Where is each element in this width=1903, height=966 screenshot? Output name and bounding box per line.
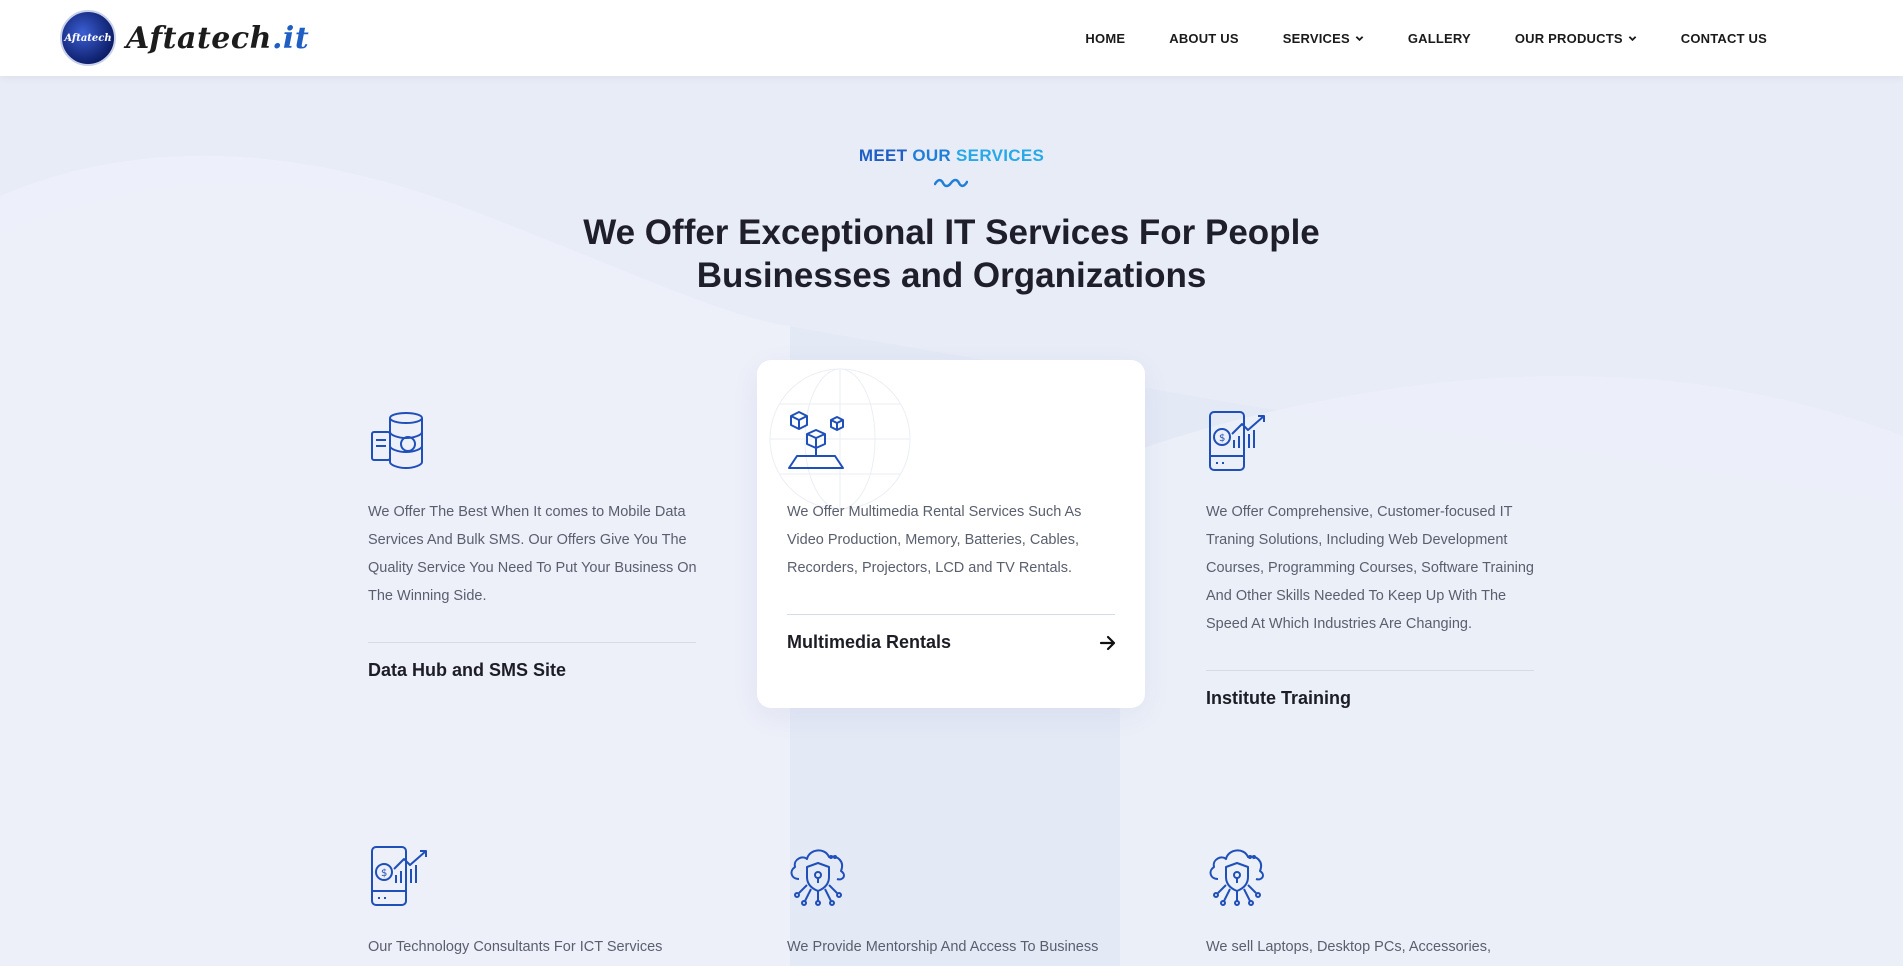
service-card-hardware-sales[interactable]: We sell Laptops, Desktop PCs, Accessorie… xyxy=(1176,795,1564,966)
service-description: We Offer The Best When It comes to Mobil… xyxy=(368,504,697,604)
logo-name: Aftatech xyxy=(126,20,272,56)
nav-gallery-label: GALLERY xyxy=(1407,30,1471,46)
site-logo[interactable]: Aftatech Aftatech.it xyxy=(60,10,309,66)
nav-home-label: HOME xyxy=(1085,30,1126,46)
boxes-icon xyxy=(788,411,844,469)
nav-our-products-label: OUR PRODUCTS xyxy=(1514,30,1623,46)
card-divider xyxy=(1206,670,1534,671)
nav-services-label: SERVICES xyxy=(1282,30,1350,46)
mobile-finance-icon: $ xyxy=(371,846,427,906)
service-card-mentorship[interactable]: We Provide Mentorship And Access To Busi… xyxy=(757,795,1145,966)
nav-contact-us-label: CONTACT US xyxy=(1680,30,1767,46)
service-description: We Offer Multimedia Rental Services Such… xyxy=(787,504,1082,576)
logo-badge: Aftatech xyxy=(60,10,116,66)
logo-badge-text: Aftatech xyxy=(64,32,112,44)
card-divider xyxy=(787,614,1115,615)
card-divider xyxy=(368,642,696,643)
svg-text:$: $ xyxy=(381,868,387,879)
main-nav: HOME ABOUT US SERVICES GALLERY OUR PRODU… xyxy=(1041,0,1767,76)
nav-gallery[interactable]: GALLERY xyxy=(1408,31,1471,46)
service-title: Data Hub and SMS Site xyxy=(368,660,567,680)
service-card-ict-consultants[interactable]: $ Our Technology Consultants For ICT Ser… xyxy=(338,795,726,966)
chevron-down-icon xyxy=(1628,35,1637,41)
logo-wordmark: Aftatech.it xyxy=(126,21,309,56)
mobile-finance-icon: $ xyxy=(1209,411,1265,471)
logo-tld: .it xyxy=(271,20,310,56)
headline-line-1: We Offer Exceptional IT Services For Peo… xyxy=(583,213,1320,252)
section-eyebrow: MEET OUR SERVICES xyxy=(0,146,1903,166)
nav-about-us[interactable]: ABOUT US xyxy=(1169,31,1239,46)
headline-line-2: Businesses and Organizations xyxy=(696,256,1207,295)
eyebrow-word-3: SERVICES xyxy=(956,146,1045,165)
section-headline: We Offer Exceptional IT Services For Peo… xyxy=(0,211,1903,297)
cloud-security-icon xyxy=(790,849,845,906)
chevron-down-icon xyxy=(1355,35,1364,41)
nav-services[interactable]: SERVICES xyxy=(1283,31,1364,46)
service-description: Our Technology Consultants For ICT Servi… xyxy=(368,939,663,955)
service-description: We Provide Mentorship And Access To Busi… xyxy=(787,939,1099,955)
service-card-multimedia-rentals[interactable]: We Offer Multimedia Rental Services Such… xyxy=(757,360,1145,708)
svg-text:$: $ xyxy=(1219,433,1225,444)
nav-our-products[interactable]: OUR PRODUCTS xyxy=(1515,31,1637,46)
service-title: Multimedia Rentals xyxy=(787,632,952,652)
eyebrow-word-2: OUR xyxy=(912,146,952,165)
service-description: We sell Laptops, Desktop PCs, Accessorie… xyxy=(1206,939,1492,955)
nav-home[interactable]: HOME xyxy=(1085,31,1125,46)
cloud-security-icon xyxy=(1209,849,1264,906)
nav-contact-us[interactable]: CONTACT US xyxy=(1681,31,1767,46)
service-card-institute-training[interactable]: $ We Offer Comprehensive, Customer-focus… xyxy=(1176,360,1564,730)
service-card-data-hub[interactable]: We Offer The Best When It comes to Mobil… xyxy=(338,360,726,700)
service-title: Institute Training xyxy=(1206,688,1352,708)
database-icon xyxy=(371,412,423,470)
squiggle-divider-icon xyxy=(934,178,968,188)
service-description: We Offer Comprehensive, Customer-focused… xyxy=(1206,504,1534,632)
site-header: Aftatech Aftatech.it HOME ABOUT US SERVI… xyxy=(0,0,1903,76)
nav-about-us-label: ABOUT US xyxy=(1169,30,1239,46)
eyebrow-word-1: MEET xyxy=(858,146,908,165)
arrow-right-icon[interactable] xyxy=(1099,634,1117,652)
